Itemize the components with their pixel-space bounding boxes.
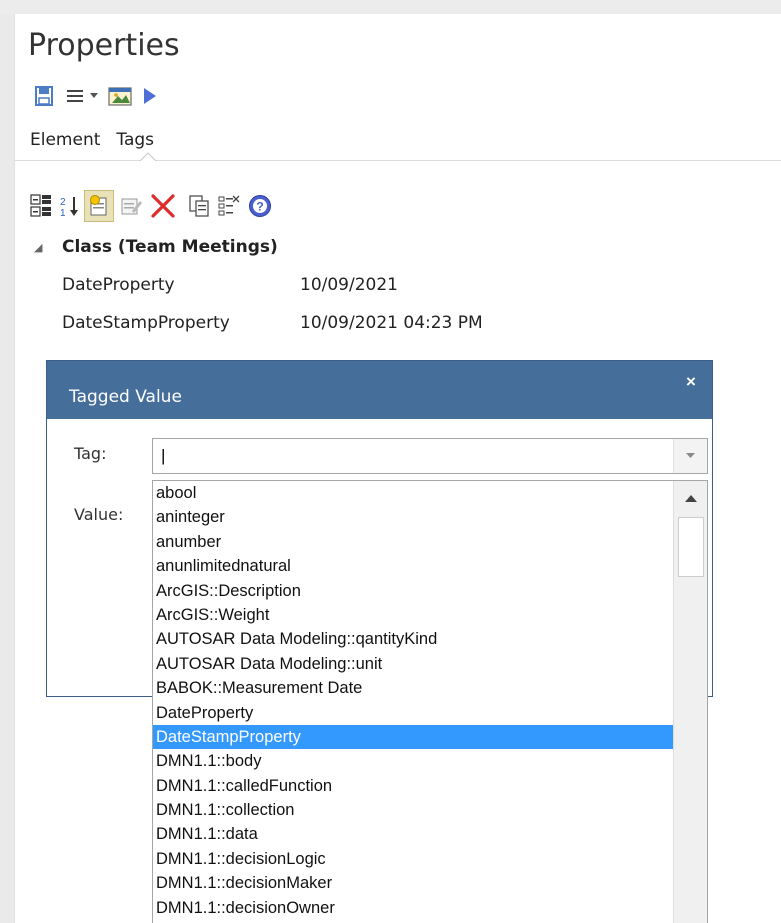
menu-icon[interactable] — [64, 82, 86, 110]
dropdown-option[interactable]: aninteger — [153, 505, 674, 529]
svg-text:2: 2 — [60, 197, 66, 208]
dialog-header: Tagged Value × — [47, 361, 712, 419]
left-edge — [0, 14, 14, 923]
panel-title: Properties — [28, 28, 180, 63]
delete-icon[interactable] — [148, 190, 178, 222]
tag-options: abool aninteger anumber anunlimitednatural A… — [153, 481, 674, 920]
tag-label: Tag: — [74, 444, 107, 463]
dialog-title: Tagged Value — [69, 387, 182, 407]
dropdown-option[interactable]: BABOK::Measurement Date — [153, 676, 674, 700]
scroll-up-button[interactable] — [674, 481, 707, 515]
tab-divider — [14, 160, 781, 161]
dropdown-option[interactable]: DMN1.1::decisionOwner — [153, 896, 674, 920]
tag-combobox[interactable] — [152, 438, 708, 474]
dropdown-option[interactable]: abool — [153, 481, 674, 505]
new-tag-icon[interactable] — [84, 190, 114, 222]
categorized-icon[interactable] — [28, 190, 54, 222]
property-row[interactable]: DateProperty 10/09/2021 — [14, 268, 781, 302]
svg-text:?: ? — [256, 200, 263, 214]
property-row[interactable]: DateStampProperty 10/09/2021 04:23 PM — [14, 306, 781, 340]
dropdown-option[interactable]: DMN1.1::data — [153, 822, 674, 846]
dropdown-option[interactable]: DMN1.1::calledFunction — [153, 774, 674, 798]
sort-alpha-icon[interactable]: 2 1 — [58, 190, 82, 222]
help-icon[interactable]: ? — [246, 190, 274, 222]
chevron-up-icon — [684, 494, 697, 502]
tab-tags[interactable]: Tags — [116, 130, 154, 150]
close-icon[interactable]: × — [680, 371, 702, 393]
tag-input[interactable] — [161, 445, 661, 467]
class-label: Class (Team Meetings) — [62, 237, 278, 257]
value-label: Value: — [74, 505, 124, 524]
dropdown-option[interactable]: ArcGIS::Weight — [153, 603, 674, 627]
class-node[interactable]: ◢ Class (Team Meetings) — [14, 230, 781, 264]
dropdown-option[interactable]: DateStampProperty — [153, 724, 674, 750]
dropdown-arrow-icon[interactable] — [88, 82, 100, 110]
tab-bar: Element Tags — [30, 130, 154, 150]
dropdown-option[interactable]: DMN1.1::collection — [153, 798, 674, 822]
dropdown-option[interactable]: anumber — [153, 530, 674, 554]
property-value[interactable]: 10/09/2021 04:23 PM — [300, 313, 483, 333]
window-top-strip — [0, 0, 781, 14]
dropdown-option[interactable]: AUTOSAR Data Modeling::qantityKind — [153, 627, 674, 651]
tab-element[interactable]: Element — [30, 130, 100, 150]
combo-dropdown-button[interactable] — [673, 439, 707, 473]
save-icon[interactable] — [32, 82, 56, 110]
image-icon[interactable] — [106, 82, 134, 110]
dropdown-option[interactable]: DMN1.1::body — [153, 749, 674, 773]
dropdown-option[interactable]: DMN1.1::decisionLogic — [153, 847, 674, 871]
scrollbar-thumb[interactable] — [678, 517, 704, 577]
dropdown-option[interactable]: AUTOSAR Data Modeling::unit — [153, 652, 674, 676]
dropdown-option[interactable]: DMN1.1::decisionMaker — [153, 871, 674, 895]
dropdown-option[interactable]: anunlimitednatural — [153, 554, 674, 578]
dropdown-scrollbar[interactable] — [673, 481, 707, 923]
active-tab-indicator — [140, 152, 156, 162]
collapse-arrow-icon[interactable]: ◢ — [34, 241, 42, 254]
copy-icon[interactable] — [186, 190, 212, 222]
dropdown-option[interactable]: ArcGIS::Description — [153, 579, 674, 603]
property-name: DateProperty — [62, 275, 175, 295]
svg-text:1: 1 — [60, 208, 66, 218]
dropdown-option[interactable]: DateProperty — [153, 701, 674, 725]
property-name: DateStampProperty — [62, 313, 230, 333]
tag-list-icon[interactable] — [216, 190, 242, 222]
edit-tag-icon[interactable] — [118, 190, 144, 222]
tag-dropdown-list: abool aninteger anumber anunlimitednatural A… — [152, 480, 708, 923]
property-value[interactable]: 10/09/2021 — [300, 275, 398, 295]
play-icon[interactable] — [140, 82, 160, 110]
chevron-down-icon — [686, 453, 695, 458]
